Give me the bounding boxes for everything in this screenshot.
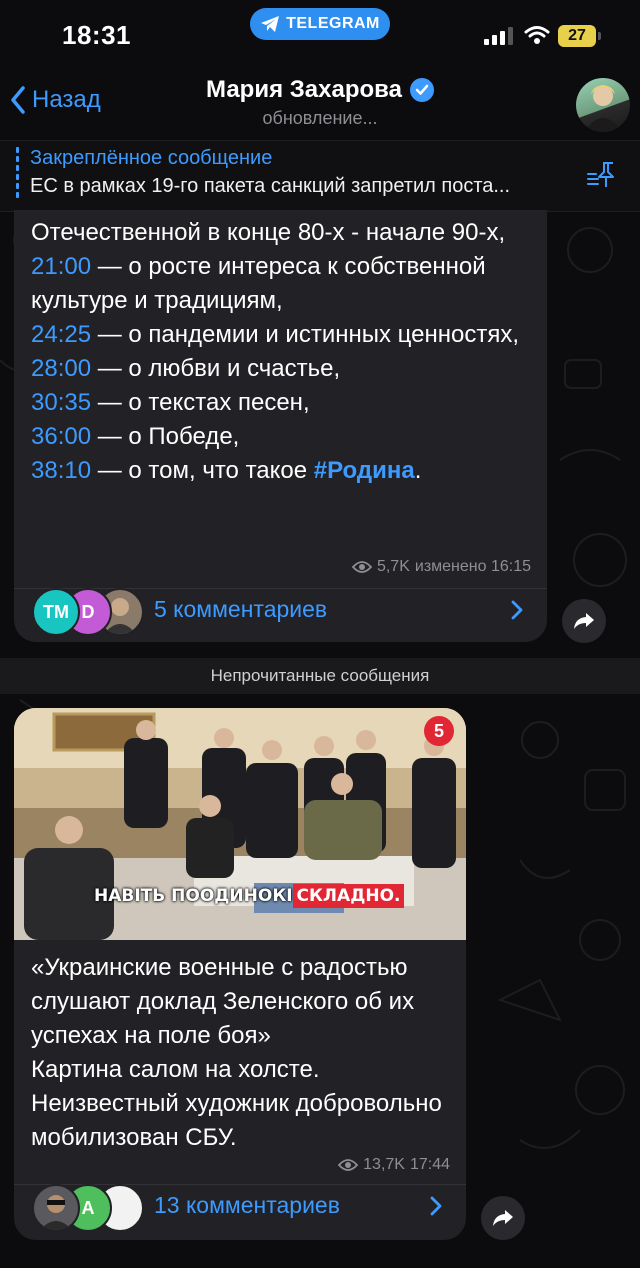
commenter-avatars: TM D bbox=[32, 588, 144, 636]
video-caption: НАВІТЬ ПООДИНОКІ СКЛАДНО. bbox=[94, 884, 405, 908]
channel-avatar[interactable] bbox=[576, 78, 630, 132]
message-1-text: Отечественной в конце 80-х - начале 90-х… bbox=[31, 216, 536, 488]
comments-label: 5 комментариев bbox=[154, 596, 328, 622]
telegram-plane-icon bbox=[261, 16, 280, 32]
timestamp-link[interactable]: 24:25 bbox=[31, 321, 91, 348]
chevron-left-icon bbox=[11, 86, 25, 114]
views-eye-icon bbox=[338, 1159, 359, 1171]
message-line: Отечественной в конце 80-х - начале 90-х… bbox=[31, 219, 506, 246]
hashtag-link[interactable]: #Родина bbox=[314, 457, 415, 484]
avatar bbox=[32, 1184, 80, 1232]
share-arrow-icon bbox=[493, 1210, 513, 1226]
timestamp-link[interactable]: 38:10 bbox=[31, 457, 91, 484]
chat-title: Мария Захарова bbox=[206, 76, 402, 103]
verified-badge-icon bbox=[409, 78, 434, 102]
cellular-signal-icon bbox=[484, 27, 513, 45]
chevron-right-icon bbox=[511, 600, 523, 620]
edited-label: изменено 16:15 bbox=[414, 558, 531, 575]
pinned-indicator bbox=[16, 147, 19, 203]
views-eye-icon bbox=[351, 561, 372, 573]
message-time: 17:44 bbox=[409, 1156, 450, 1173]
commenter-avatars: A bbox=[32, 1184, 144, 1232]
telegram-pill-label: TELEGRAM bbox=[286, 15, 380, 32]
battery-tip bbox=[598, 32, 601, 40]
timestamp-desc: — о пандемии и истинных ценностях, bbox=[91, 321, 519, 348]
share-arrow-icon bbox=[574, 613, 594, 629]
battery-indicator: 27 bbox=[558, 25, 596, 47]
pinned-message-bar[interactable]: Закреплённое сообщение ЕС в рамках 19-го… bbox=[0, 140, 640, 212]
message-line: «Украинские военные с радостью слушают д… bbox=[31, 954, 415, 1049]
pinned-list-icon[interactable] bbox=[586, 160, 620, 190]
timestamp-link[interactable]: 21:00 bbox=[31, 253, 91, 280]
chat-status: обновление... bbox=[262, 108, 378, 128]
unread-messages-divider: Непрочитанные сообщения bbox=[0, 658, 640, 694]
timestamp-desc: — о росте интереса к собственной культур… bbox=[31, 253, 486, 314]
back-button[interactable]: Назад bbox=[10, 86, 101, 114]
timestamp-desc: — о том, что такое bbox=[91, 457, 314, 484]
views-count: 5,7K bbox=[376, 558, 410, 575]
video-thumbnail[interactable]: 5 НАВІТЬ ПООДИНОКІ СКЛАДНО. bbox=[14, 708, 466, 940]
timestamp-link[interactable]: 30:35 bbox=[31, 389, 91, 416]
telegram-return-pill[interactable]: TELEGRAM bbox=[250, 8, 390, 40]
chat-title-area[interactable]: Мария Захарова обновление... bbox=[160, 76, 480, 129]
share-button[interactable] bbox=[481, 1196, 525, 1240]
wifi-icon bbox=[524, 26, 550, 44]
video-caption-red: СКЛАДНО. bbox=[292, 884, 405, 908]
message-bubble-2[interactable]: 5 НАВІТЬ ПООДИНОКІ СКЛАДНО. «Украинские … bbox=[14, 708, 466, 1240]
timestamp-desc: — о любви и счастье, bbox=[91, 355, 341, 382]
message-tail: . bbox=[414, 457, 422, 484]
timestamp-desc: — о текстах песен, bbox=[91, 389, 310, 416]
message-bubble-1[interactable]: Отечественной в конце 80-х - начале 90-х… bbox=[14, 210, 547, 642]
back-label: Назад bbox=[32, 86, 101, 113]
message-2-meta: 13,7K 17:44 bbox=[338, 1156, 450, 1174]
pinned-title: Закреплённое сообщение bbox=[30, 147, 273, 169]
chevron-right-icon bbox=[430, 1196, 442, 1216]
timestamp-link[interactable]: 28:00 bbox=[31, 355, 91, 382]
timestamp-desc: — о Победе, bbox=[91, 423, 240, 450]
message-1-meta: 5,7K изменено 16:15 bbox=[351, 558, 531, 576]
channel-logo-badge: 5 bbox=[424, 716, 454, 746]
message-line: Картина салом на холсте. bbox=[31, 1056, 320, 1083]
comments-label: 13 комментариев bbox=[154, 1192, 340, 1218]
clock: 18:31 bbox=[62, 20, 131, 50]
pinned-text: ЕС в рамках 19-го пакета санкций запрети… bbox=[30, 175, 511, 197]
avatar: TM bbox=[32, 588, 80, 636]
message-2-text: «Украинские военные с радостью слушают д… bbox=[31, 951, 456, 1155]
comments-button[interactable]: A 13 комментариев bbox=[14, 1176, 466, 1240]
share-button[interactable] bbox=[562, 599, 606, 643]
comments-button[interactable]: TM D 5 комментариев bbox=[14, 580, 547, 644]
status-bar: 18:31 TELEGRAM 27 bbox=[0, 0, 640, 70]
message-line: Неизвестный художник добровольно мобилиз… bbox=[31, 1090, 442, 1151]
views-count: 13,7K bbox=[363, 1156, 405, 1173]
video-caption-white: НАВІТЬ ПООДИНОКІ bbox=[94, 886, 293, 906]
timestamp-link[interactable]: 36:00 bbox=[31, 423, 91, 450]
chat-header: Назад Мария Захарова обновление... bbox=[0, 70, 640, 140]
